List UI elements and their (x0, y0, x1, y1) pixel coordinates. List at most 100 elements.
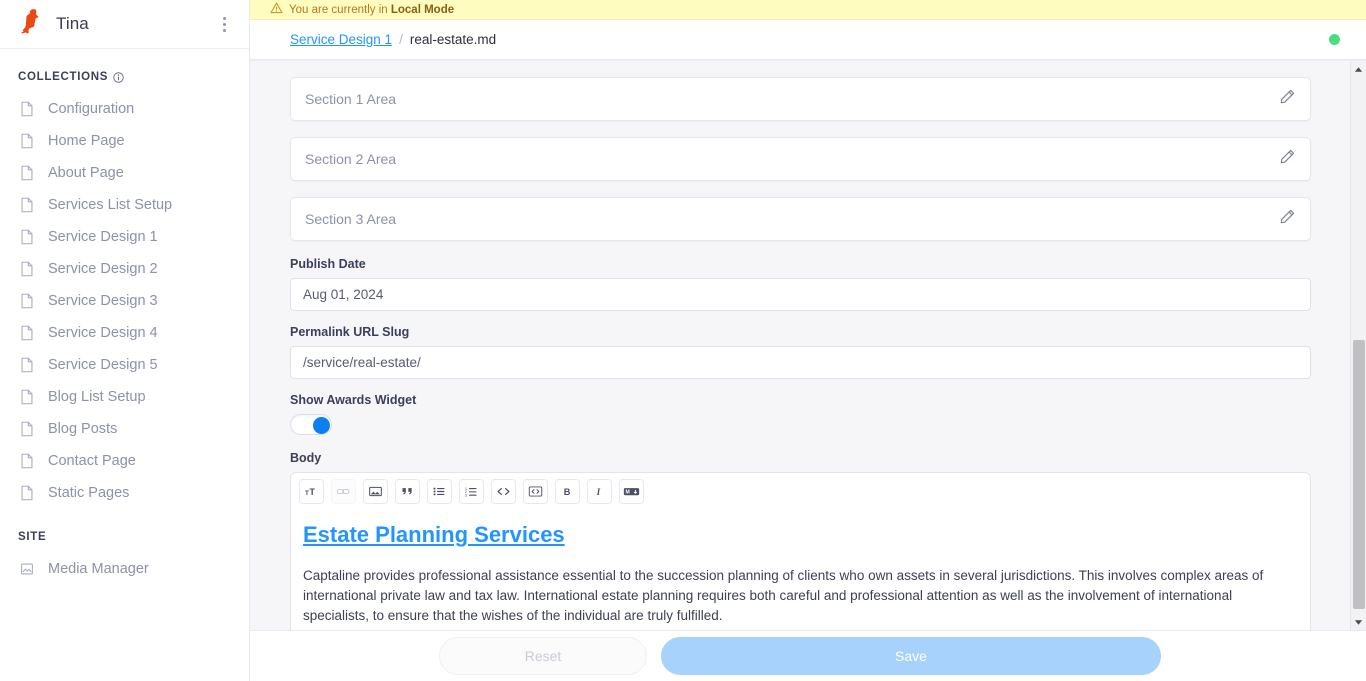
permalink-label: Permalink URL Slug (290, 325, 410, 339)
sidebar-item-label: Media Manager (48, 561, 149, 577)
svg-text:M: M (626, 490, 630, 496)
publish-date-label: Publish Date (290, 257, 366, 271)
brand[interactable]: Tina (18, 8, 89, 40)
toggle-knob (313, 417, 330, 434)
collections-list: Configuration Home Page About Page Servi… (0, 93, 249, 509)
body-heading[interactable]: Estate Planning Services (303, 522, 1298, 548)
site-label: SITE (18, 531, 47, 543)
scrollbar-thumb[interactable] (1352, 340, 1365, 609)
awards-toggle-field: Show Awards Widget (290, 393, 1311, 435)
body-paragraph: Captaline provides professional assistan… (303, 568, 1264, 623)
tina-admin-app: Tina COLLECTIONS Configuration Home Page… (0, 0, 1366, 681)
sidebar-item-label: Static Pages (48, 485, 130, 501)
page-icon (18, 484, 36, 502)
page-icon (18, 324, 36, 342)
publish-date-field: Publish Date (290, 257, 1311, 311)
pencil-edit-icon[interactable] (1279, 88, 1296, 110)
sidebar-item-services-list-setup[interactable]: Services List Setup (0, 189, 249, 221)
breadcrumb-document: real-estate.md (409, 32, 497, 47)
form-action-bar: Reset Save (250, 630, 1366, 681)
show-awards-widget-toggle[interactable] (290, 414, 332, 435)
quote-icon[interactable] (395, 479, 420, 504)
sidebar-item-blog-posts[interactable]: Blog Posts (0, 413, 249, 445)
group-field-section-3[interactable]: Section 3 Area (290, 197, 1311, 241)
svg-text:3: 3 (465, 494, 467, 498)
bold-icon[interactable]: B (555, 479, 580, 504)
sidebar-item-static-pages[interactable]: Static Pages (0, 477, 249, 509)
sidebar-item-label: About Page (48, 165, 124, 181)
permalink-input[interactable] (290, 346, 1311, 379)
save-button[interactable]: Save (661, 637, 1161, 675)
editor-content[interactable]: Estate Planning Services Captaline provi… (291, 510, 1310, 630)
rich-text-editor: TT 1 2 3 B I M Estate Planning Services … (290, 472, 1311, 630)
italic-icon[interactable]: I (587, 479, 612, 504)
page-icon (18, 132, 36, 150)
scroll-up-arrow-icon[interactable] (1351, 61, 1366, 77)
pencil-edit-icon[interactable] (1279, 208, 1296, 230)
svg-text:I: I (596, 487, 601, 497)
sidebar-item-service-design-4[interactable]: Service Design 4 (0, 317, 249, 349)
group-field-section-1[interactable]: Section 1 Area (290, 77, 1311, 121)
sidebar-item-service-design-3[interactable]: Service Design 3 (0, 285, 249, 317)
sidebar-item-label: Service Design 2 (48, 261, 158, 277)
breadcrumb-collection-link[interactable]: Service Design 1 (290, 32, 392, 47)
svg-text:B: B (564, 487, 571, 497)
banner-mode: Local Mode (390, 3, 455, 16)
permalink-field: Permalink URL Slug (290, 325, 1311, 379)
page-icon (18, 228, 36, 246)
awards-toggle-label: Show Awards Widget (290, 393, 417, 407)
sidebar-nav: COLLECTIONS Configuration Home Page Abou… (0, 49, 249, 585)
link-icon[interactable] (331, 479, 356, 504)
vertical-scrollbar[interactable] (1350, 61, 1366, 630)
sidebar-item-label: Configuration (48, 101, 135, 117)
publish-date-input[interactable] (290, 278, 1311, 311)
sidebar-header: Tina (0, 0, 249, 49)
status-dot-green-icon (1329, 34, 1340, 45)
scroll-down-arrow-icon[interactable] (1351, 614, 1366, 630)
body-field: Body TT 1 2 3 B I M Estate Planning Serv… (290, 451, 1311, 630)
heading-icon[interactable]: TT (299, 479, 324, 504)
sidebar-item-home-page[interactable]: Home Page (0, 125, 249, 157)
reset-button[interactable]: Reset (439, 637, 647, 675)
page-icon (18, 356, 36, 374)
sidebar-item-label: Service Design 5 (48, 357, 158, 373)
collections-heading: COLLECTIONS (0, 71, 249, 93)
sidebar-item-about-page[interactable]: About Page (0, 157, 249, 189)
markdown-icon[interactable]: M (619, 479, 644, 504)
body-label: Body (290, 451, 322, 465)
pencil-edit-icon[interactable] (1279, 148, 1296, 170)
sidebar-item-service-design-1[interactable]: Service Design 1 (0, 221, 249, 253)
page-icon (18, 420, 36, 438)
svg-text:T: T (309, 487, 315, 497)
svg-text:T: T (305, 490, 309, 497)
sidebar-item-label: Contact Page (48, 453, 136, 469)
sidebar-item-media-manager[interactable]: Media Manager (0, 553, 249, 585)
sidebar-item-service-design-2[interactable]: Service Design 2 (0, 253, 249, 285)
sidebar-item-service-design-5[interactable]: Service Design 5 (0, 349, 249, 381)
kebab-menu-icon[interactable] (215, 13, 233, 35)
tina-llama-logo-icon (18, 8, 43, 40)
page-icon (18, 292, 36, 310)
sidebar-item-blog-list-setup[interactable]: Blog List Setup (0, 381, 249, 413)
group-label: Section 2 Area (305, 151, 397, 167)
page-icon (18, 452, 36, 470)
collections-label: COLLECTIONS (18, 71, 109, 83)
bulleted-list-icon[interactable] (427, 479, 452, 504)
form-scroll-region: Section 1 Area Section 2 Area Section 3 … (250, 60, 1366, 630)
page-icon (18, 100, 36, 118)
page-icon (18, 260, 36, 278)
brand-title: Tina (56, 14, 89, 33)
scrollbar-track[interactable] (1351, 77, 1366, 614)
code-block-icon[interactable] (523, 479, 548, 504)
image-icon[interactable] (363, 479, 388, 504)
numbered-list-icon[interactable]: 123 (459, 479, 484, 504)
sidebar-item-label: Blog Posts (48, 421, 118, 437)
banner-text-prefix: You are currently in (289, 3, 391, 16)
breadcrumb: Service Design 1 / real-estate.md (250, 20, 1366, 60)
sidebar-item-configuration[interactable]: Configuration (0, 93, 249, 125)
sidebar-item-contact-page[interactable]: Contact Page (0, 445, 249, 477)
group-field-section-2[interactable]: Section 2 Area (290, 137, 1311, 181)
sidebar-item-label: Services List Setup (48, 197, 173, 213)
info-icon[interactable] (113, 71, 124, 83)
inline-code-icon[interactable] (491, 479, 516, 504)
